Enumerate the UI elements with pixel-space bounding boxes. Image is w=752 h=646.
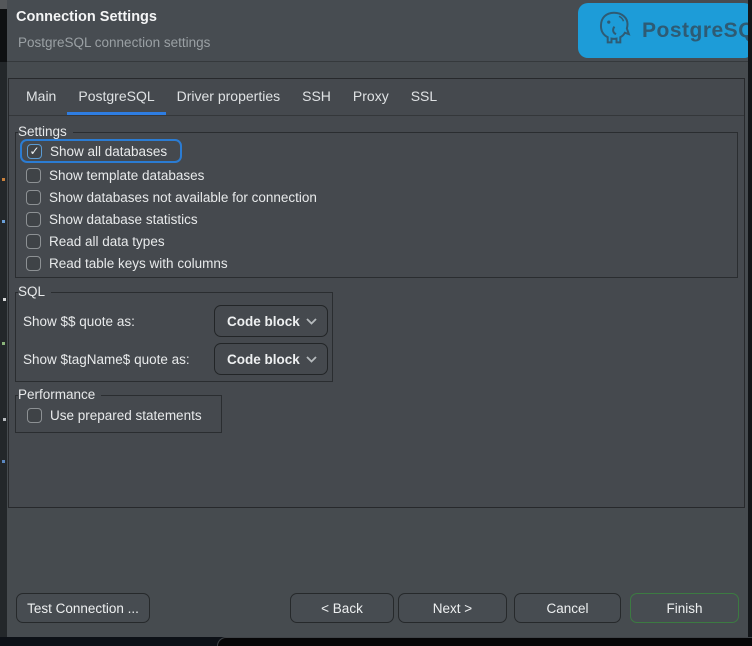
chevron-down-icon <box>306 318 317 325</box>
settings-group-label: Settings <box>18 124 73 139</box>
checkbox-read-table-keys[interactable]: Read table keys with columns <box>26 252 228 274</box>
next-button[interactable]: Next > <box>398 593 507 623</box>
checkbox-unchecked-icon <box>26 212 41 227</box>
tagname-quote-dropdown[interactable]: Code block <box>214 343 328 375</box>
tab-proxy[interactable]: Proxy <box>342 79 400 115</box>
sql-group: SQL Show $$ quote as: Code block Show $t… <box>15 292 333 382</box>
elephant-icon <box>596 9 632 52</box>
checkbox-show-all-databases[interactable]: ✓ Show all databases <box>20 139 182 163</box>
checkbox-show-template-databases[interactable]: Show template databases <box>26 164 204 186</box>
sql-group-label: SQL <box>18 284 51 299</box>
checkbox-read-all-data-types[interactable]: Read all data types <box>26 230 165 252</box>
checkbox-unchecked-icon <box>26 256 41 271</box>
tab-postgresql[interactable]: PostgreSQL <box>67 79 165 115</box>
tab-ssl[interactable]: SSL <box>400 79 448 115</box>
checkbox-use-prepared-statements[interactable]: Use prepared statements <box>27 404 202 426</box>
back-button[interactable]: < Back <box>290 593 394 623</box>
background-app-edge <box>0 0 7 646</box>
dialog-header: Connection Settings PostgreSQL connectio… <box>7 0 748 62</box>
chevron-down-icon <box>306 356 317 363</box>
settings-tab-panel: Main PostgreSQL Driver properties SSH Pr… <box>8 78 745 508</box>
dollar-quote-label: Show $$ quote as: <box>23 314 135 329</box>
finish-button[interactable]: Finish <box>630 593 739 623</box>
tab-main[interactable]: Main <box>15 79 67 115</box>
cancel-button[interactable]: Cancel <box>514 593 621 623</box>
performance-group-label: Performance <box>18 387 101 402</box>
page-subtitle: PostgreSQL connection settings <box>18 35 210 50</box>
background-corner-notch <box>0 0 7 9</box>
checkbox-checked-icon: ✓ <box>27 144 42 159</box>
checkbox-unchecked-icon <box>27 408 42 423</box>
test-connection-button[interactable]: Test Connection ... <box>16 593 150 623</box>
dollar-quote-dropdown[interactable]: Code block <box>214 305 328 337</box>
checkbox-unchecked-icon <box>26 190 41 205</box>
tab-bar: Main PostgreSQL Driver properties SSH Pr… <box>9 79 744 116</box>
postgresql-logo-text: PostgreSQL <box>642 19 748 43</box>
background-app-edge-dark <box>0 8 7 62</box>
settings-group: Settings ✓ Show all databases Show templ… <box>15 132 738 278</box>
postgresql-logo: PostgreSQL <box>578 3 748 58</box>
checkbox-show-database-statistics[interactable]: Show database statistics <box>26 208 198 230</box>
background-editor-text-specks <box>2 178 5 181</box>
background-window-corner <box>217 637 752 646</box>
background-app-edge-right <box>748 0 752 646</box>
checkbox-unchecked-icon <box>26 234 41 249</box>
connection-settings-dialog: Connection Settings PostgreSQL connectio… <box>7 0 748 637</box>
tab-driver-properties[interactable]: Driver properties <box>166 79 291 115</box>
tab-ssh[interactable]: SSH <box>291 79 342 115</box>
page-title: Connection Settings <box>16 9 157 25</box>
tagname-quote-label: Show $tagName$ quote as: <box>23 352 190 367</box>
performance-group: Performance Use prepared statements <box>15 395 222 433</box>
checkbox-unchecked-icon <box>26 168 41 183</box>
checkbox-show-databases-not-available[interactable]: Show databases not available for connect… <box>26 186 317 208</box>
